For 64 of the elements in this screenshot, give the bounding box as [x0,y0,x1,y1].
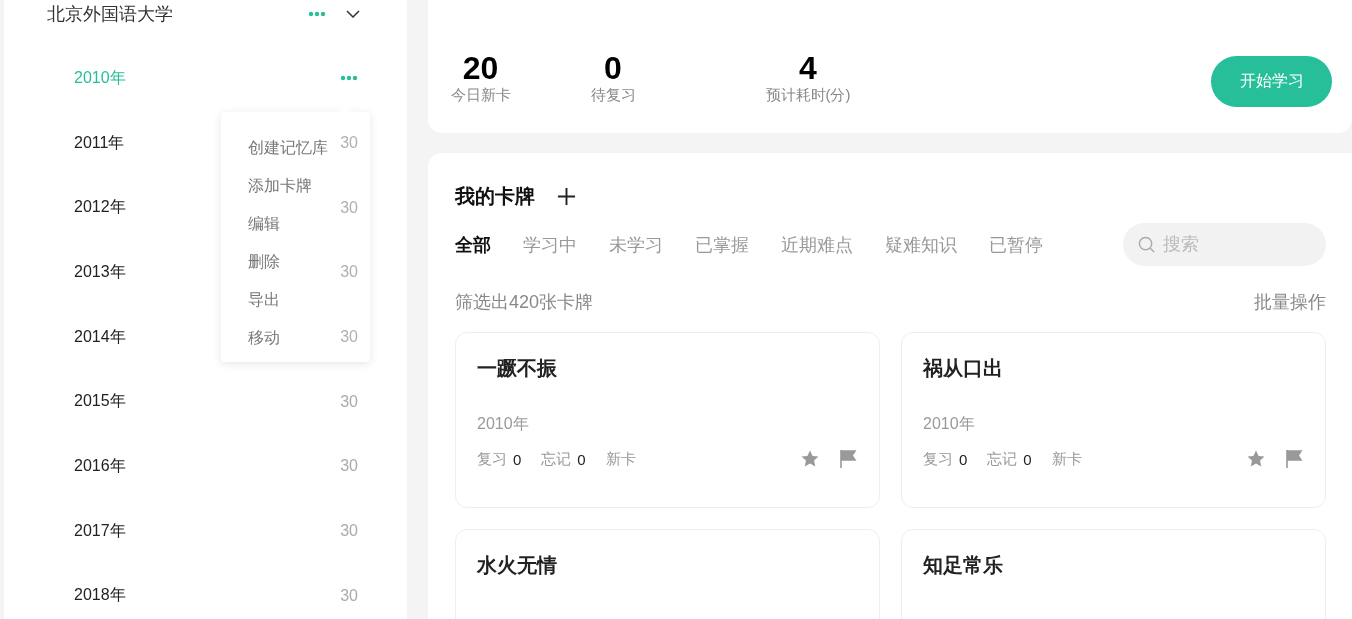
stat-label: 预计耗时(分) [765,86,851,105]
card-count: 30 [340,457,358,476]
section-title: 我的卡牌 [455,183,535,209]
year-item[interactable]: 2015年 [74,391,341,413]
flashcard[interactable]: 知足常乐 [901,529,1326,619]
stat-label: 今日新卡 [450,86,511,105]
card-title: 知足常乐 [923,553,1004,578]
year-item[interactable]: 2016年 [74,455,341,477]
flashcard[interactable]: 一蹶不振 2010年 复习 0 忘记 0 新卡 [455,332,880,508]
card-count: 30 [340,263,358,282]
menu-item[interactable]: 编辑 [248,205,280,243]
card-title: 水火无情 [477,553,558,578]
add-icon[interactable] [557,186,576,206]
stat-value: 0 [604,50,622,86]
filter-tab[interactable]: 学习中 [523,232,577,257]
filter-summary: 筛选出420张卡牌 [455,291,594,314]
review-count: 0 [513,450,522,468]
forget-count: 0 [577,450,586,468]
card-title: 一蹶不振 [477,356,558,381]
filter-tab[interactable]: 未学习 [609,232,663,257]
menu-item[interactable]: 导出 [248,281,280,319]
batch-action-link[interactable]: 批量操作 [1254,290,1326,314]
card-count: 30 [340,328,358,347]
menu-item[interactable]: 移动 [248,319,280,357]
flashcard[interactable]: 水火无情 [455,529,880,619]
review-label: 复习 [477,449,507,469]
filter-tab[interactable]: 已掌握 [695,232,749,257]
stat-label: 待复习 [590,86,636,105]
flashcard[interactable]: 祸从口出 2010年 复习 0 忘记 0 新卡 [901,332,1326,508]
star-icon[interactable] [1246,449,1266,469]
card-count: 30 [340,522,358,541]
review-count: 0 [959,450,968,468]
folder-title[interactable]: 北京外国语大学 [47,2,308,26]
star-icon[interactable] [800,449,820,469]
card-deck-name: 2010年 [923,414,976,434]
more-icon[interactable] [340,75,358,82]
card-count: 30 [340,198,358,217]
year-item[interactable]: 2018年 [74,585,341,607]
forget-label: 忘记 [541,449,572,469]
card-status: 新卡 [605,449,636,469]
filter-tab[interactable]: 已暂停 [989,232,1043,257]
filter-tab[interactable]: 近期难点 [781,232,853,257]
menu-item[interactable]: 添加卡牌 [248,167,312,205]
card-title: 祸从口出 [923,356,1004,381]
more-icon[interactable] [308,11,326,17]
year-item[interactable]: 2017年 [74,520,341,542]
filter-tab[interactable]: 全部 [455,232,491,257]
stat-value: 4 [799,50,817,86]
flag-icon[interactable] [838,449,858,469]
forget-count: 0 [1023,450,1032,468]
filter-tab[interactable]: 疑难知识 [885,232,957,257]
forget-label: 忘记 [987,449,1018,469]
menu-item[interactable]: 创建记忆库 [248,129,328,167]
stat-value: 20 [462,50,499,86]
card-status: 新卡 [1051,449,1082,469]
flag-icon[interactable] [1284,449,1304,469]
card-count: 30 [340,134,358,153]
search-icon [1138,236,1155,253]
review-label: 复习 [923,449,953,469]
card-count: 30 [340,586,358,605]
card-count: 30 [340,392,358,411]
card-deck-name: 2010年 [477,414,530,434]
chevron-icon[interactable] [346,10,360,18]
menu-item[interactable]: 删除 [248,243,280,281]
